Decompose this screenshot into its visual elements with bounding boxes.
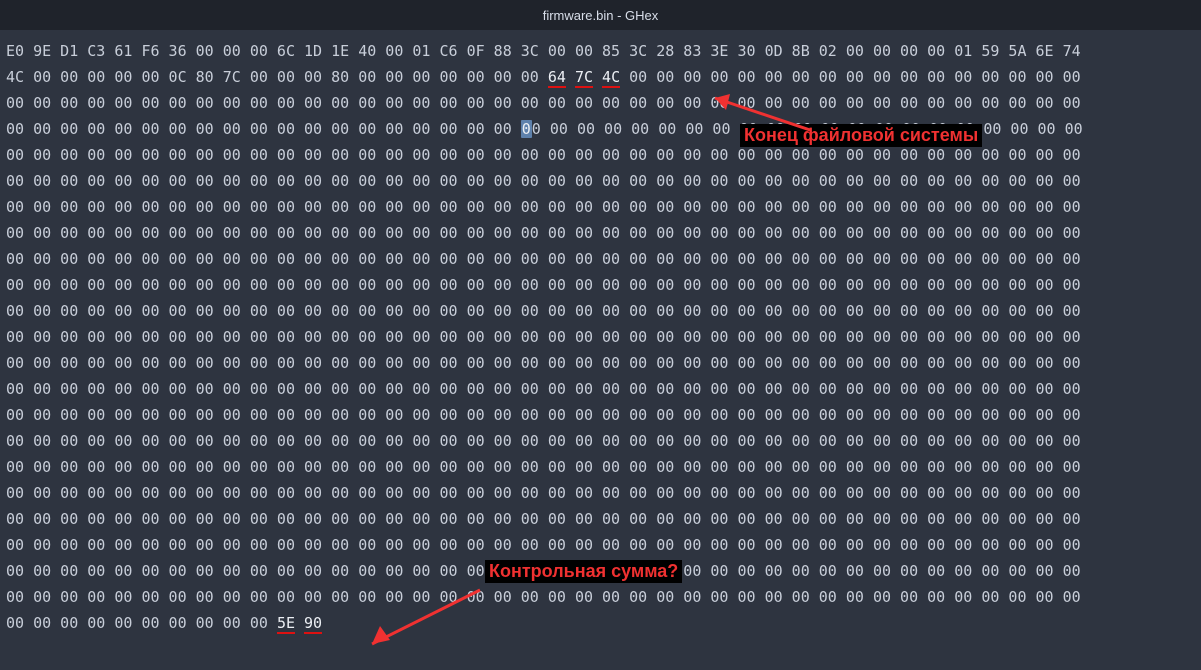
hex-row: E0 9E D1 C3 61 F6 36 00 00 00 6C 1D 1E 4… bbox=[6, 38, 1195, 64]
window-titlebar[interactable]: firmware.bin - GHex bbox=[0, 0, 1201, 30]
hex-row: 00 00 00 00 00 00 00 00 00 00 00 00 00 0… bbox=[6, 376, 1195, 402]
hex-row: 00 00 00 00 00 00 00 00 00 00 00 00 00 0… bbox=[6, 350, 1195, 376]
hex-byte-highlight[interactable]: 7C bbox=[575, 68, 593, 88]
hex-row: 00 00 00 00 00 00 00 00 00 00 00 00 00 0… bbox=[6, 168, 1195, 194]
hex-row: 00 00 00 00 00 00 00 00 00 00 00 00 00 0… bbox=[6, 480, 1195, 506]
hex-row: 00 00 00 00 00 00 00 00 00 00 00 00 00 0… bbox=[6, 194, 1195, 220]
hex-row: 00 00 00 00 00 00 00 00 00 00 00 00 00 0… bbox=[6, 324, 1195, 350]
hex-row: 4C 00 00 00 00 00 0C 80 7C 00 00 00 80 0… bbox=[6, 64, 1195, 90]
hex-row: 00 00 00 00 00 00 00 00 00 00 00 00 00 0… bbox=[6, 532, 1195, 558]
hex-cursor[interactable]: 0 bbox=[521, 120, 532, 138]
hex-row: 00 00 00 00 00 00 00 00 00 00 00 00 00 0… bbox=[6, 584, 1195, 610]
hex-row: 00 00 00 00 00 00 00 00 00 00 00 00 00 0… bbox=[6, 272, 1195, 298]
hex-row: 00 00 00 00 00 00 00 00 00 00 00 00 00 0… bbox=[6, 298, 1195, 324]
hex-row: 00 00 00 00 00 00 00 00 00 00 00 00 00 0… bbox=[6, 428, 1195, 454]
hex-byte-highlight[interactable]: 90 bbox=[304, 614, 322, 634]
hex-row: 00 00 00 00 00 00 00 00 00 00 00 00 00 0… bbox=[6, 454, 1195, 480]
hex-row: 00 00 00 00 00 00 00 00 00 00 00 00 00 0… bbox=[6, 220, 1195, 246]
hex-byte-highlight[interactable]: 4C bbox=[602, 68, 620, 88]
hex-byte-highlight[interactable]: 64 bbox=[548, 68, 566, 88]
hex-row: 00 00 00 00 00 00 00 00 00 00 00 00 00 0… bbox=[6, 402, 1195, 428]
hex-row: 00 00 00 00 00 00 00 00 00 00 5E 90 bbox=[6, 610, 1195, 636]
window-title: firmware.bin - GHex bbox=[543, 8, 659, 23]
hex-row: 00 00 00 00 00 00 00 00 00 00 00 00 00 0… bbox=[6, 142, 1195, 168]
hex-row: 00 00 00 00 00 00 00 00 00 00 00 00 00 0… bbox=[6, 558, 1195, 584]
hex-row: 00 00 00 00 00 00 00 00 00 00 00 00 00 0… bbox=[6, 506, 1195, 532]
hex-row: 00 00 00 00 00 00 00 00 00 00 00 00 00 0… bbox=[6, 116, 1195, 142]
hex-row: 00 00 00 00 00 00 00 00 00 00 00 00 00 0… bbox=[6, 90, 1195, 116]
hex-row: 00 00 00 00 00 00 00 00 00 00 00 00 00 0… bbox=[6, 246, 1195, 272]
hex-byte-highlight[interactable]: 5E bbox=[277, 614, 295, 634]
hex-editor-pane[interactable]: E0 9E D1 C3 61 F6 36 00 00 00 6C 1D 1E 4… bbox=[0, 30, 1201, 644]
